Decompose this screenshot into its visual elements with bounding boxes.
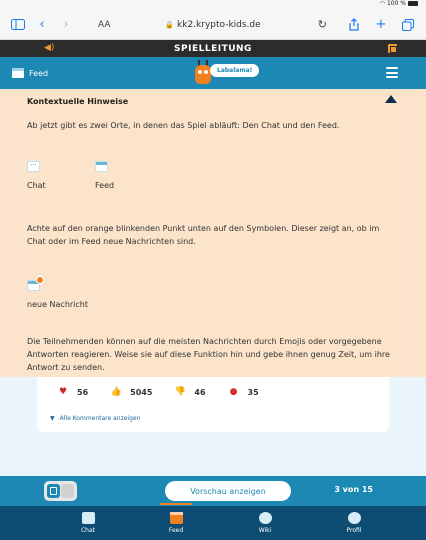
chat-icon	[27, 159, 40, 172]
menu-icon[interactable]	[386, 67, 398, 78]
nav-label: Chat	[80, 527, 96, 534]
share-icon[interactable]	[346, 17, 362, 33]
thumbs-up-icon[interactable]: 👍	[109, 387, 123, 397]
show-preview-button[interactable]: Vorschau anzeigen	[165, 481, 291, 501]
hint-paragraph-3: Die Teilnehmenden können auf die meisten…	[27, 337, 390, 372]
hint-chat-label: Chat	[27, 181, 46, 190]
nav-label: Wiki	[258, 527, 272, 534]
reaction-count: 35	[247, 387, 259, 397]
reaction-count: 5045	[130, 387, 153, 397]
nav-item-wiki[interactable]: Wiki	[235, 506, 295, 534]
character-name-badge: Labalama!	[210, 64, 260, 77]
game-master-bar: ◀) SPIELLEITUNG	[0, 40, 426, 57]
reload-icon[interactable]: ↻	[318, 18, 327, 31]
new-tab-icon[interactable]: +	[373, 17, 389, 33]
notification-dot-icon	[36, 276, 44, 284]
heart-icon[interactable]: ♥	[56, 387, 70, 397]
reaction-count: 46	[194, 387, 206, 397]
feed-tag: Feed	[12, 68, 48, 78]
exit-icon[interactable]	[388, 44, 397, 53]
hint-new-message-label: neue Nachricht	[27, 300, 88, 309]
app-header: Feed Labalama!	[0, 57, 426, 89]
battery-indicator: ◠ 100 %	[380, 0, 418, 7]
hint-feed-example: Feed	[95, 161, 114, 190]
wifi-icon: ◠	[379, 0, 385, 7]
hint-paragraph-1: Ab jetzt gibt es zwei Orte, in denen das…	[27, 121, 340, 130]
hint-title: Kontextuelle Hinweise	[27, 97, 129, 106]
battery-text: 100 %	[386, 0, 406, 7]
bottom-navigation: Chat Feed Wiki Profil	[0, 503, 426, 540]
feed-icon	[169, 512, 183, 524]
sidebar-icon[interactable]	[10, 17, 26, 33]
context-hint-panel: Kontextuelle Hinweise Ab jetzt gibt es z…	[0, 89, 426, 377]
chat-icon	[81, 512, 95, 524]
feed-area: ♥ 56 👍 5045 👎 46 ● 35 ▼ Alle Kommentare anzeige…	[0, 89, 426, 476]
ios-status-bar: ◠ 100 %	[0, 0, 426, 10]
profile-icon	[347, 512, 361, 524]
page-counter: 3 von 15	[334, 485, 373, 494]
hint-new-message-example: neue Nachricht	[27, 276, 88, 309]
collapse-triangle-icon[interactable]	[385, 95, 397, 103]
thumbs-down-icon[interactable]: 👎	[173, 387, 187, 397]
speaker-icon[interactable]: ◀)	[44, 43, 54, 53]
nav-item-feed[interactable]: Feed	[146, 503, 206, 534]
screen-icon[interactable]	[61, 484, 75, 498]
reaction-count: 56	[77, 387, 89, 397]
view-toggle[interactable]	[44, 481, 77, 501]
feed-notification-icon	[27, 276, 44, 291]
battery-icon	[408, 1, 418, 6]
angry-face-icon[interactable]: ●	[227, 387, 241, 397]
nav-item-chat[interactable]: Chat	[58, 506, 118, 534]
tabs-icon[interactable]	[400, 17, 416, 33]
reaction-bar: ♥ 56 👍 5045 👎 46 ● 35	[56, 387, 273, 397]
page-title: SPIELLEITUNG	[174, 43, 252, 54]
forward-icon[interactable]: ›	[58, 17, 74, 33]
url-text: kk2.krypto-kids.de	[177, 19, 261, 30]
wiki-icon	[258, 512, 272, 524]
back-icon[interactable]: ‹	[34, 17, 50, 33]
feed-tag-label: Feed	[29, 68, 49, 78]
active-indicator	[160, 503, 192, 505]
browser-toolbar: ‹ › AA 🔒 kk2.krypto-kids.de ↻ +	[0, 10, 426, 40]
nav-item-profil[interactable]: Profil	[324, 506, 384, 534]
lock-icon: 🔒	[165, 20, 175, 29]
nav-label: Profil	[346, 527, 362, 534]
hint-feed-label: Feed	[95, 181, 115, 190]
show-comments-link[interactable]: ▼ Alle Kommentare anzeigen	[50, 415, 140, 422]
hint-paragraph-2: Achte auf den orange blinkenden Punkt un…	[27, 224, 380, 246]
lock-screen-icon[interactable]	[46, 484, 60, 498]
reader-settings-button[interactable]: AA	[98, 20, 111, 30]
hint-chat-example: Chat	[27, 159, 46, 190]
triangle-down-icon: ▼	[50, 415, 55, 422]
feed-icon	[95, 161, 108, 172]
nav-label: Feed	[168, 527, 184, 534]
feed-icon	[12, 68, 24, 78]
slide-control-bar: Vorschau anzeigen 3 von 15	[0, 476, 426, 506]
show-comments-label: Alle Kommentare anzeigen	[59, 415, 141, 422]
